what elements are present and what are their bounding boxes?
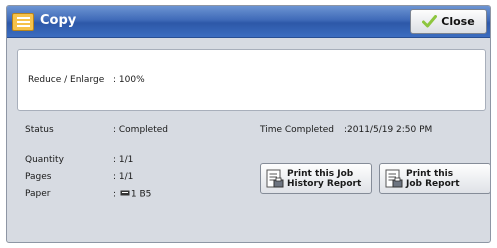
reduce-enlarge-panel: Reduce / Enlarge : 100% (17, 49, 486, 111)
report-label-line2: Job Report (406, 179, 460, 189)
print-job-history-report-button[interactable]: Print this Job History Report (260, 163, 372, 194)
document-print-icon (266, 169, 284, 189)
close-button[interactable]: Close (410, 9, 487, 34)
time-completed-label: Time Completed (260, 125, 334, 135)
history-label-line1: Print this Job (287, 169, 354, 179)
pages-value: : 1/1 (113, 172, 134, 182)
close-button-label: Close (441, 15, 475, 28)
time-completed-value: :2011/5/19 2:50 PM (344, 125, 433, 135)
copy-icon (12, 13, 34, 31)
history-label-line2: History Report (287, 179, 362, 189)
job-details-window: Copy Close Reduce / Enlarge : 100% Statu… (6, 5, 491, 243)
reduce-enlarge-value: : 100% (113, 75, 145, 85)
print-job-history-report-label: Print this Job History Report (287, 169, 361, 189)
quantity-value: : 1/1 (113, 155, 134, 165)
report-label-line1: Print this (406, 169, 454, 179)
status-value: : Completed (113, 125, 168, 135)
print-job-report-label: Print this Job Report (406, 169, 460, 189)
check-icon (422, 15, 438, 28)
print-job-report-button[interactable]: Print this Job Report (379, 163, 490, 194)
paper-value-prefix: : (113, 189, 119, 200)
paper-label: Paper (25, 189, 51, 199)
paper-value: : 1 B5 (113, 189, 151, 200)
paper-tray-icon (120, 189, 130, 199)
paper-tray-value: 1 B5 (130, 189, 152, 200)
status-label: Status (25, 125, 54, 135)
document-print-icon (385, 169, 403, 189)
reduce-enlarge-label: Reduce / Enlarge (28, 75, 105, 85)
title-bar: Copy Close (7, 6, 490, 38)
pages-label: Pages (25, 172, 52, 182)
quantity-label: Quantity (25, 155, 64, 165)
window-title: Copy (40, 13, 77, 28)
